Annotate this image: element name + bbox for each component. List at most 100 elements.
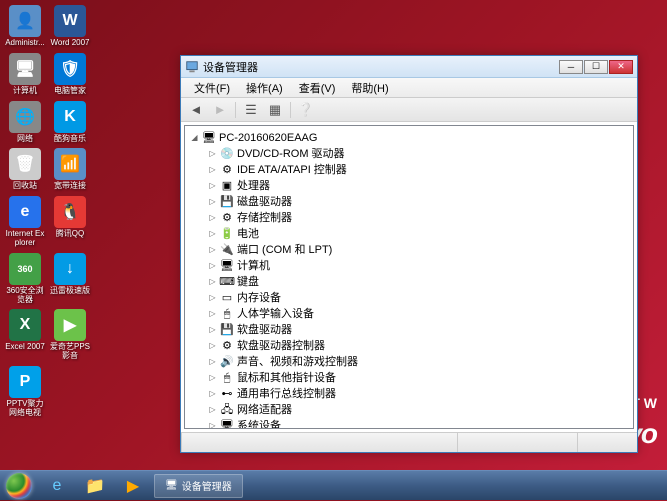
app-icon: 📶 xyxy=(54,148,86,180)
icon-label: 回收站 xyxy=(13,182,37,191)
taskbar: e 📁 ▶ 🖥 设备管理器 xyxy=(0,470,667,500)
pinned-media[interactable]: ▶ xyxy=(114,471,152,501)
desktop-icon[interactable]: 🐧腾讯QQ xyxy=(50,196,90,248)
maximize-button[interactable]: ☐ xyxy=(584,60,608,74)
tree-root-node[interactable]: ◢ 🖥 PC-20160620EAAG xyxy=(189,130,631,146)
help-button[interactable]: ❔ xyxy=(295,100,317,120)
tree-category-node[interactable]: ▷💿DVD/CD-ROM 驱动器 xyxy=(207,146,631,162)
category-icon: 💾 xyxy=(220,195,234,209)
desktop-icon[interactable]: 🌐网络 xyxy=(5,101,45,144)
desktop-icon[interactable]: ↓ 迅雷极速版 xyxy=(50,253,90,305)
tree-category-node[interactable]: ▷🖥计算机 xyxy=(207,258,631,274)
icon-label: Internet Explorer xyxy=(5,230,45,248)
tree-category-node[interactable]: ▷🖱人体学输入设备 xyxy=(207,306,631,322)
expand-icon[interactable]: ▷ xyxy=(207,197,218,208)
tree-category-node[interactable]: ▷▭内存设备 xyxy=(207,290,631,306)
app-icon: ↓ xyxy=(54,253,86,285)
pinned-ie[interactable]: e xyxy=(38,471,76,501)
desktop-icon[interactable]: XExcel 2007 xyxy=(5,309,45,361)
category-icon: 🔋 xyxy=(220,227,234,241)
collapse-icon[interactable]: ◢ xyxy=(189,133,200,144)
tree-category-node[interactable]: ▷⚙软盘驱动器控制器 xyxy=(207,338,631,354)
desktop-icon[interactable]: WWord 2007 xyxy=(50,5,90,48)
category-label: 电池 xyxy=(237,226,259,242)
tree-category-node[interactable]: ▷🖥系统设备 xyxy=(207,418,631,429)
start-button[interactable] xyxy=(0,471,38,501)
app-icon: 360 xyxy=(9,253,41,285)
desktop-icon[interactable]: 🗑回收站 xyxy=(5,148,45,191)
expand-icon[interactable]: ▷ xyxy=(207,357,218,368)
root-label: PC-20160620EAAG xyxy=(219,130,317,146)
tree-category-node[interactable]: ▷⌨键盘 xyxy=(207,274,631,290)
expand-icon[interactable]: ▷ xyxy=(207,389,218,400)
desktop-icon[interactable]: eInternet Explorer xyxy=(5,196,45,248)
menu-item[interactable]: 查看(V) xyxy=(291,78,344,98)
icon-label: Administr... xyxy=(5,39,45,48)
icon-label: 迅雷极速版 xyxy=(50,287,90,296)
show-hidden-button[interactable]: ☰ xyxy=(240,100,262,120)
tree-category-node[interactable]: ▷⚙存储控制器 xyxy=(207,210,631,226)
category-icon: ▭ xyxy=(220,291,234,305)
desktop-icon[interactable]: ▶爱奇艺PPS影音 xyxy=(50,309,90,361)
category-label: DVD/CD-ROM 驱动器 xyxy=(237,146,345,162)
tree-category-node[interactable]: ▷🖱鼠标和其他指针设备 xyxy=(207,370,631,386)
properties-button[interactable]: ▦ xyxy=(264,100,286,120)
desktop-icons-grid: 👤Administr...WWord 2007🖥计算机🛡电脑管家🌐网络K酷狗音乐… xyxy=(5,5,90,418)
expand-icon[interactable]: ▷ xyxy=(207,341,218,352)
category-icon: ⊷ xyxy=(220,387,234,401)
minimize-button[interactable]: ─ xyxy=(559,60,583,74)
expand-icon[interactable]: ▷ xyxy=(207,277,218,288)
tree-category-node[interactable]: ▷🖧网络适配器 xyxy=(207,402,631,418)
expand-icon[interactable]: ▷ xyxy=(207,373,218,384)
category-label: 人体学输入设备 xyxy=(237,306,314,322)
taskbar-device-manager[interactable]: 🖥 设备管理器 xyxy=(154,474,243,498)
forward-button[interactable]: ► xyxy=(209,100,231,120)
menu-item[interactable]: 操作(A) xyxy=(238,78,291,98)
icon-label: 计算机 xyxy=(13,87,37,96)
tree-category-node[interactable]: ▷⊷通用串行总线控制器 xyxy=(207,386,631,402)
desktop-icon[interactable]: 360360安全浏览器 xyxy=(5,253,45,305)
tree-category-node[interactable]: ▷💾磁盘驱动器 xyxy=(207,194,631,210)
category-label: 磁盘驱动器 xyxy=(237,194,292,210)
tree-category-node[interactable]: ▷⚙IDE ATA/ATAPI 控制器 xyxy=(207,162,631,178)
desktop-icon[interactable]: K酷狗音乐 xyxy=(50,101,90,144)
tree-category-node[interactable]: ▷🔊声音、视频和游戏控制器 xyxy=(207,354,631,370)
expand-icon[interactable]: ▷ xyxy=(207,213,218,224)
icon-label: PPTV聚力 网络电视 xyxy=(5,400,45,418)
tree-category-node[interactable]: ▷🔌端口 (COM 和 LPT) xyxy=(207,242,631,258)
category-label: 存储控制器 xyxy=(237,210,292,226)
expand-icon[interactable]: ▷ xyxy=(207,405,218,416)
category-label: 鼠标和其他指针设备 xyxy=(237,370,336,386)
expand-icon[interactable]: ▷ xyxy=(207,421,218,430)
expand-icon[interactable]: ▷ xyxy=(207,261,218,272)
category-label: IDE ATA/ATAPI 控制器 xyxy=(237,162,347,178)
expand-icon[interactable]: ▷ xyxy=(207,149,218,160)
desktop: 👤Administr...WWord 2007🖥计算机🛡电脑管家🌐网络K酷狗音乐… xyxy=(0,0,667,500)
expand-icon[interactable]: ▷ xyxy=(207,165,218,176)
menu-item[interactable]: 文件(F) xyxy=(186,78,238,98)
category-icon: ▣ xyxy=(220,179,234,193)
desktop-icon[interactable]: 📶 宽带连接 xyxy=(50,148,90,191)
expand-icon[interactable]: ▷ xyxy=(207,229,218,240)
menu-item[interactable]: 帮助(H) xyxy=(343,78,396,98)
back-button[interactable]: ◄ xyxy=(185,100,207,120)
desktop-icon[interactable]: 👤Administr... xyxy=(5,5,45,48)
expand-icon[interactable]: ▷ xyxy=(207,309,218,320)
titlebar[interactable]: 设备管理器 ─ ☐ ✕ xyxy=(181,56,637,78)
app-icon: 🛡 xyxy=(54,53,86,85)
expand-icon[interactable]: ▷ xyxy=(207,245,218,256)
tree-category-node[interactable]: ▷💾软盘驱动器 xyxy=(207,322,631,338)
tree-category-node[interactable]: ▷▣处理器 xyxy=(207,178,631,194)
desktop-icon[interactable]: 🖥计算机 xyxy=(5,53,45,96)
pinned-explorer[interactable]: 📁 xyxy=(76,471,114,501)
desktop-icon[interactable]: 🛡电脑管家 xyxy=(50,53,90,96)
expand-icon[interactable]: ▷ xyxy=(207,181,218,192)
expand-icon[interactable]: ▷ xyxy=(207,325,218,336)
tree-category-node[interactable]: ▷🔋电池 xyxy=(207,226,631,242)
desktop-icon[interactable]: PPPTV聚力 网络电视 xyxy=(5,366,45,418)
device-tree[interactable]: ◢ 🖥 PC-20160620EAAG ▷💿DVD/CD-ROM 驱动器▷⚙ID… xyxy=(184,125,634,429)
expand-icon[interactable]: ▷ xyxy=(207,293,218,304)
icon-label: 宽带连接 xyxy=(54,182,86,191)
close-button[interactable]: ✕ xyxy=(609,60,633,74)
device-manager-window: 设备管理器 ─ ☐ ✕ 文件(F)操作(A)查看(V)帮助(H) ◄ ► ☰ ▦… xyxy=(180,55,638,453)
